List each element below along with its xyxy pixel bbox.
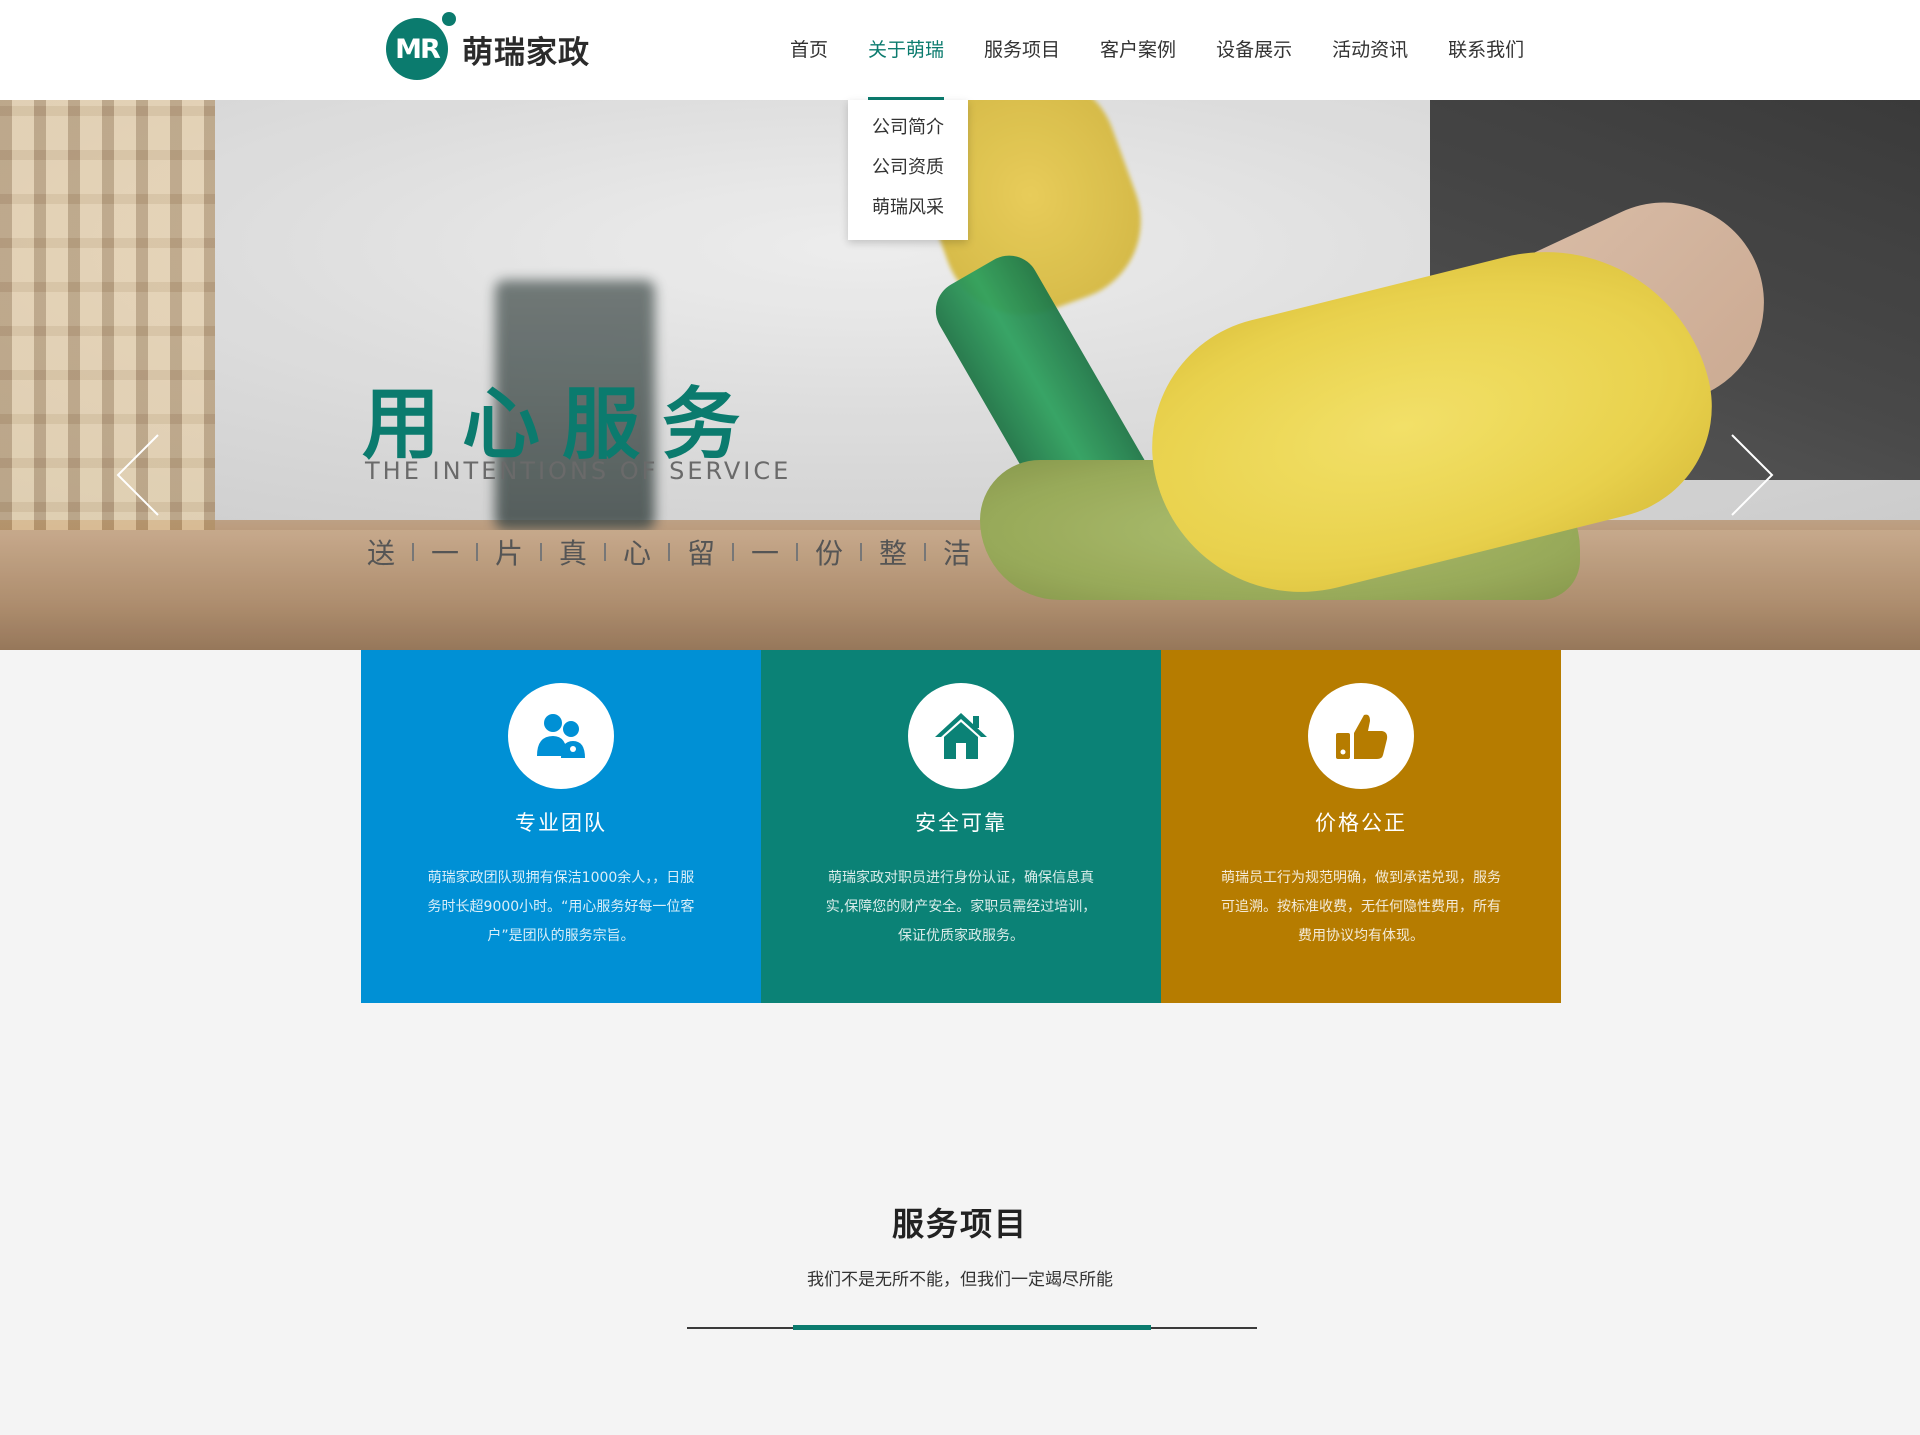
section-divider-accent: [793, 1325, 1151, 1330]
slogan-char: 片: [494, 537, 523, 570]
slogan-char: 整: [878, 537, 907, 570]
slogan-char: 一: [430, 537, 459, 570]
slogan-separator: [924, 543, 926, 561]
nav-item-about[interactable]: 关于萌瑞: [848, 0, 964, 100]
hero-subtitle: THE INTENTIONS OF SERVICE: [365, 457, 792, 485]
site-logo[interactable]: MR 萌瑞家政: [386, 12, 590, 80]
logo-mark: MR: [386, 12, 456, 80]
slogan-separator: [412, 543, 414, 561]
feature-title: 专业团队: [515, 811, 607, 835]
nav-item-equipment[interactable]: 设备展示: [1196, 0, 1312, 100]
prev-slide-button[interactable]: [108, 430, 168, 520]
team-icon-graphic: [537, 714, 585, 758]
nav-item-contact[interactable]: 联系我们: [1428, 0, 1544, 100]
logo-name: 萌瑞家政: [462, 34, 590, 71]
house-icon: [908, 683, 1014, 789]
thumbs-up-icon-graphic: [1336, 714, 1388, 759]
dropdown-item-qualifications[interactable]: 公司资质: [848, 148, 968, 188]
feature-text: 萌瑞员工行为规范明确，做到承诺兑现，服务可追溯。按标准收费，无任何隐性费用，所有…: [1221, 870, 1501, 944]
thumbs-up-icon: [1308, 683, 1414, 789]
house-icon-graphic: [935, 713, 987, 759]
slogan-separator: [476, 543, 478, 561]
nav-item-news[interactable]: 活动资讯: [1312, 0, 1428, 100]
dropdown-item-gallery[interactable]: 萌瑞风采: [848, 188, 968, 228]
feature-cards: 专业团队 萌瑞家政团队现拥有保洁1000余人，，日服务时长超9000小时。“用心…: [361, 650, 1561, 1003]
slogan-char: 留: [686, 537, 715, 570]
nav-item-home[interactable]: 首页: [770, 0, 848, 100]
feature-card-safety: 安全可靠 萌瑞家政对职员进行身份认证，确保信息真实,保障您的财产安全。家职员需经…: [761, 650, 1161, 1003]
logo-circle: MR: [386, 18, 448, 80]
slogan-char: 洁: [942, 537, 971, 570]
slogan-char: 真: [558, 537, 587, 570]
services-section-title: 服务项目: [891, 1205, 1028, 1243]
next-slide-button[interactable]: [1722, 430, 1782, 520]
nav-item-cases[interactable]: 客户案例: [1080, 0, 1196, 100]
dropdown-item-company-intro[interactable]: 公司简介: [848, 108, 968, 148]
chevron-right-icon: [1731, 434, 1774, 516]
logo-dot: [442, 12, 456, 26]
feature-card-team: 专业团队 萌瑞家政团队现拥有保洁1000余人，，日服务时长超9000小时。“用心…: [361, 650, 761, 1003]
hero-slogan: 送 一 片 真 心 留 一 份 整 洁: [364, 532, 974, 572]
feature-title: 价格公正: [1315, 811, 1407, 835]
slogan-separator: [860, 543, 862, 561]
feature-card-price: 价格公正 萌瑞员工行为规范明确，做到承诺兑现，服务可追溯。按标准收费，无任何隐性…: [1161, 650, 1561, 1003]
slogan-separator: [604, 543, 606, 561]
main-nav: 首页 关于萌瑞 服务项目 客户案例 设备展示 活动资讯 联系我们: [770, 0, 1544, 100]
site-header: MR 萌瑞家政 首页 关于萌瑞 服务项目 客户案例 设备展示 活动资讯 联系我们: [0, 0, 1920, 100]
feature-text: 萌瑞家政对职员进行身份认证，确保信息真实,保障您的财产安全。家职员需经过培训，保…: [825, 870, 1097, 944]
slogan-char: 份: [814, 537, 843, 570]
slogan-separator: [668, 543, 670, 561]
about-dropdown-menu: 公司简介 公司资质 萌瑞风采: [848, 100, 968, 240]
slogan-char: 一: [750, 537, 779, 570]
slogan-char: 心: [622, 537, 651, 570]
nav-item-services[interactable]: 服务项目: [964, 0, 1080, 100]
slogan-char: 送: [366, 537, 395, 570]
slogan-separator: [540, 543, 542, 561]
services-section-subtitle: 我们不是无所不能，但我们一定竭尽所能: [807, 1270, 1113, 1290]
feature-title: 安全可靠: [915, 811, 1007, 835]
slogan-separator: [796, 543, 798, 561]
chevron-left-icon: [116, 434, 159, 516]
slogan-separator: [732, 543, 734, 561]
team-icon: [508, 683, 614, 789]
feature-text: 萌瑞家政团队现拥有保洁1000余人，，日服务时长超9000小时。“用心服务好每一…: [427, 870, 695, 944]
